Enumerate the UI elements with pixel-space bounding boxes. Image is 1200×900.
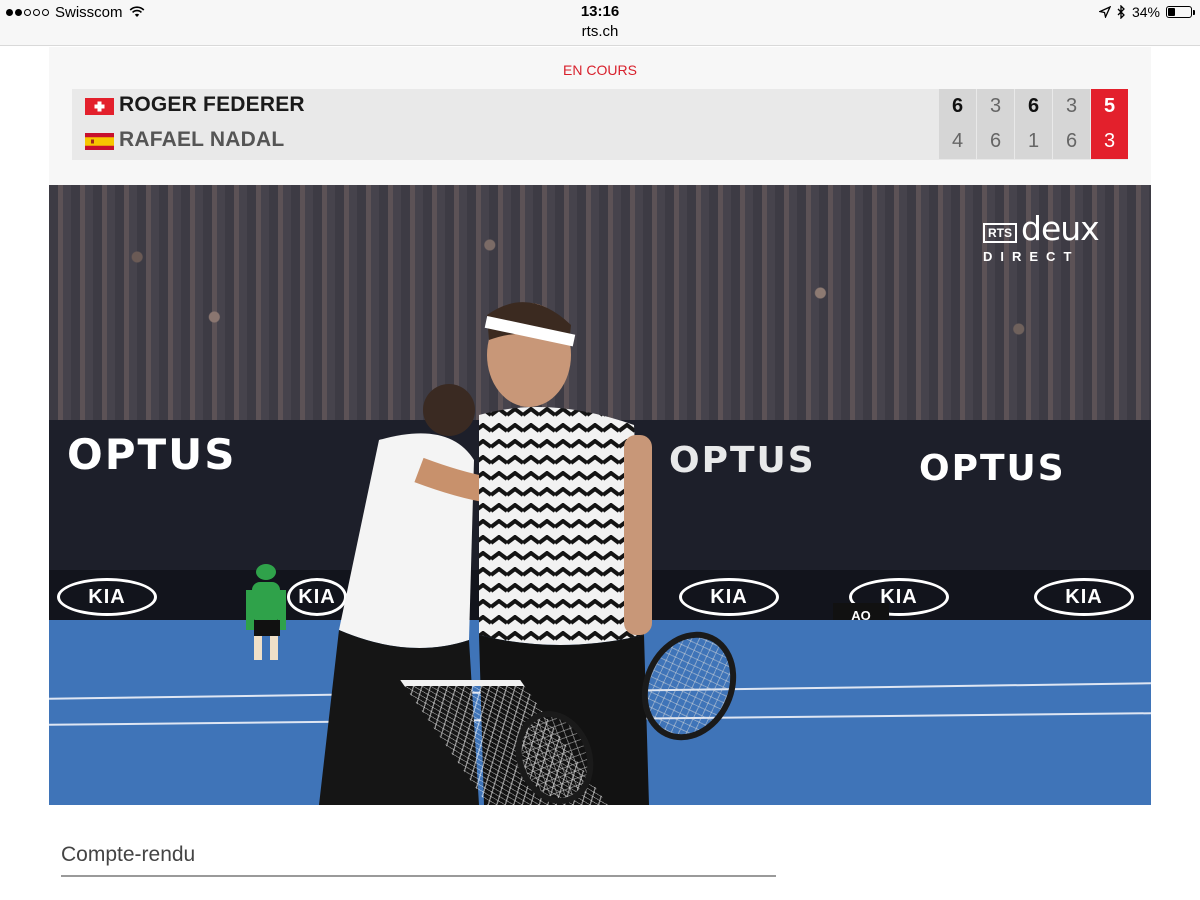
set-score: 6: [1015, 89, 1052, 124]
current-set-score: 3: [1091, 124, 1128, 159]
battery-level: [1168, 8, 1175, 16]
bluetooth-icon: [1117, 5, 1125, 19]
current-set-score: 5: [1091, 89, 1128, 124]
clock: 13:16: [580, 3, 620, 20]
ios-status-bar: Swisscom 13:16 rts.ch 34%: [0, 0, 1200, 46]
battery-percent: 34%: [1131, 4, 1160, 20]
set-score: 4: [939, 124, 976, 159]
address-bar-url[interactable]: rts.ch: [0, 23, 1200, 40]
system-indicators: 34%: [1098, 3, 1195, 21]
live-tag: DIRECT: [983, 249, 1080, 264]
player-name: ROGER FEDERER: [119, 93, 305, 116]
set-score: 6: [977, 124, 1014, 159]
set-score: 3: [1053, 89, 1090, 124]
player-name: RAFAEL NADAL: [119, 128, 285, 151]
section-heading: Compte-rendu: [61, 843, 196, 866]
broadcaster-channel: deux: [1021, 209, 1100, 248]
scoreboard-panel: EN COURS ROGER FEDERER 6 3 6 3 5 RAFAEL …: [49, 47, 1151, 185]
broadcaster-box: RTS: [983, 223, 1017, 243]
switzerland-flag-icon: [85, 98, 114, 115]
sponsor-logo: OPTUS: [919, 448, 1066, 489]
location-arrow-icon: [1098, 6, 1111, 18]
set-score: 1: [1015, 124, 1052, 159]
player-row-nadal: RAFAEL NADAL 4 6 1 6 3: [72, 124, 1128, 159]
set-score: 6: [939, 89, 976, 124]
sponsor-logo: KIA: [57, 578, 157, 616]
battery-icon: [1166, 6, 1195, 18]
sponsor-logo: OPTUS: [67, 430, 237, 479]
set-score: 6: [1053, 124, 1090, 159]
live-video-player[interactable]: OPTUS OPTUS OPTUS KIA KIA KIA KIA KIA AO: [49, 185, 1151, 805]
player-row-federer: ROGER FEDERER 6 3 6 3 5: [72, 89, 1128, 124]
section-divider: [61, 875, 776, 877]
sponsor-logo: OPTUS: [669, 440, 816, 481]
match-status: EN COURS: [563, 62, 637, 78]
ball-kid-figure: [246, 564, 286, 660]
spain-flag-icon: [85, 133, 114, 150]
sponsor-logo: KIA: [679, 578, 779, 616]
broadcaster-logo: RTS deux DIRECT: [983, 209, 1113, 269]
sponsor-logo: KIA: [1034, 578, 1134, 616]
scoreboard: ROGER FEDERER 6 3 6 3 5 RAFAEL NADAL 4 6…: [72, 89, 1128, 160]
set-score: 3: [977, 89, 1014, 124]
